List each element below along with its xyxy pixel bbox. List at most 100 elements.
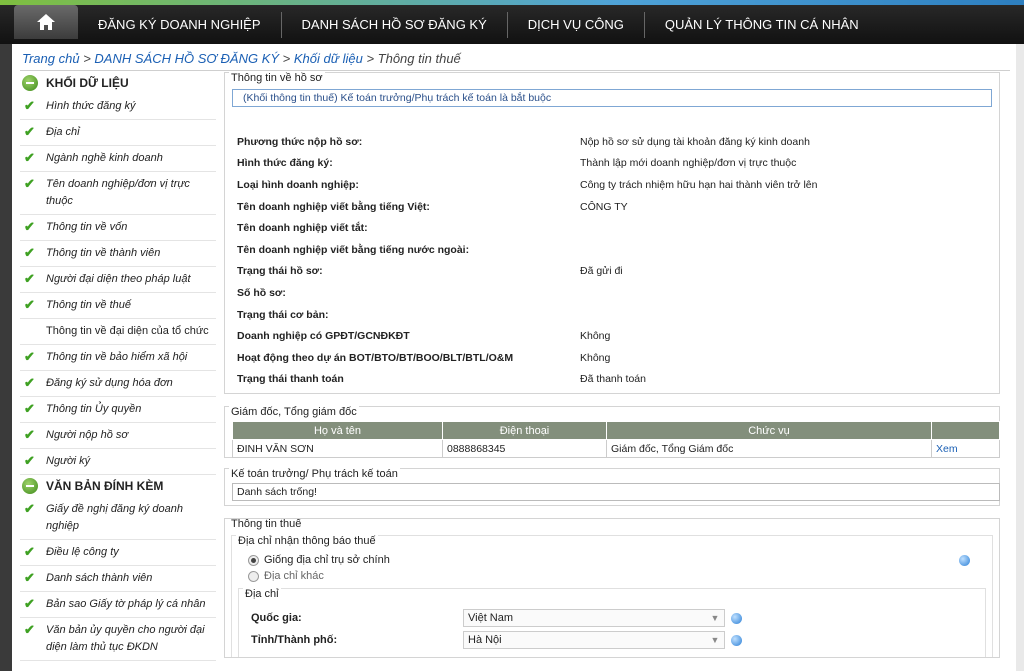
sidebar-item-label: Ngành nghề kinh doanh (46, 152, 163, 164)
province-select[interactable]: Hà Nội ▼ (463, 631, 725, 649)
cell-name: ĐINH VĂN SƠN (232, 439, 443, 458)
vertical-scrollbar[interactable] (1016, 44, 1024, 671)
section-legend: Địa chỉ (243, 588, 281, 600)
profile-info-section: Thông tin về hồ sơ (Khối thông tin thuế)… (224, 72, 1000, 394)
tax-address-section: Địa chỉ nhận thông báo thuế Giống địa ch… (231, 535, 993, 657)
check-icon: ✔ (24, 297, 35, 312)
nav-personal-info[interactable]: QUẢN LÝ THÔNG TIN CÁ NHÂN (645, 12, 879, 38)
chevron-down-icon: ▼ (710, 635, 720, 645)
sidebar-item-tax[interactable]: ✔ Thông tin về thuế (20, 293, 216, 319)
col-header-name: Họ và tên (232, 421, 443, 440)
required-note: (Khối thông tin thuế) Kế toán trưởng/Phụ… (232, 89, 992, 107)
radio-same-address[interactable]: Giống địa chỉ trụ sở chính (248, 552, 390, 568)
sidebar-item-business-name[interactable]: ✔ Tên doanh nghiệp/đơn vị trực thuộc (20, 172, 216, 215)
section-legend: Giám đốc, Tổng giám đốc (229, 406, 359, 418)
sidebar-item-social-insurance[interactable]: ✔ Thông tin về bảo hiểm xã hội (20, 345, 216, 371)
info-value: Nộp hồ sơ sử dụng tài khoản đăng ký kinh… (580, 135, 810, 148)
check-icon: ✔ (24, 124, 35, 139)
check-icon: ✔ (24, 245, 35, 260)
info-row: Doanh nghiệp có GPĐT/GCNĐKĐT Không (229, 325, 995, 347)
info-icon[interactable] (731, 612, 742, 624)
breadcrumb-data-block[interactable]: Khối dữ liệu (294, 51, 363, 66)
breadcrumb-separator: > (362, 51, 378, 66)
tax-section: Thông tin thuế Địa chỉ nhận thông báo th… (224, 518, 1000, 658)
check-icon: ✔ (24, 570, 35, 585)
sidebar-item-submitter[interactable]: ✔ Người nộp hồ sơ (20, 423, 216, 449)
sidebar-item-authorization-doc[interactable]: ✔ Văn bản ủy quyền cho người đại diện làm… (20, 618, 216, 661)
sidebar-item-label: Thông tin về thuế (46, 299, 132, 311)
sidebar-item-charter[interactable]: ✔ Điều lệ công ty (20, 540, 216, 566)
sidebar-data-block-header: KHỐI DỮ LIỆU (20, 72, 216, 94)
sidebar-item-label: Người đại diện theo pháp luật (46, 273, 191, 285)
info-label: Trạng thái cơ bản: (237, 308, 329, 321)
sidebar-item-legal-docs[interactable]: ✔ Bản sao Giấy tờ pháp lý cá nhân (20, 592, 216, 618)
sidebar-item-legal-rep[interactable]: ✔ Người đại diện theo pháp luật (20, 267, 216, 293)
breadcrumb-current: Thông tin thuế (377, 51, 461, 66)
sidebar-item-org-rep[interactable]: Thông tin về đại diện của tổ chức (20, 319, 216, 345)
radio-other-address[interactable]: Địa chỉ khác (248, 568, 988, 584)
chevron-down-icon: ▼ (710, 613, 720, 623)
sidebar-item-business-lines[interactable]: ✔ Ngành nghề kinh doanh (20, 146, 216, 172)
info-icon[interactable] (959, 554, 970, 566)
nav-register-business[interactable]: ĐĂNG KÝ DOANH NGHIỆP (78, 12, 282, 38)
sidebar-item-registration-type[interactable]: ✔ Hình thức đăng ký (20, 94, 216, 120)
main-nav: ĐĂNG KÝ DOANH NGHIỆP DANH SÁCH HỒ SƠ ĐĂN… (78, 10, 879, 40)
check-icon: ✔ (24, 98, 35, 113)
sidebar-item-invoice[interactable]: ✔ Đăng ký sử dụng hóa đơn (20, 371, 216, 397)
section-legend: Thông tin về hồ sơ (229, 72, 325, 84)
country-value: Việt Nam (468, 612, 514, 624)
nav-public-services[interactable]: DỊCH VỤ CÔNG (508, 12, 645, 38)
view-link[interactable]: Xem (931, 439, 1000, 458)
sidebar: KHỐI DỮ LIỆU ✔ Hình thức đăng ký ✔ Địa chỉ… (20, 72, 216, 661)
sidebar-item-label: Tên doanh nghiệp/đơn vị trực thuộc (46, 178, 190, 207)
info-label: Phương thức nộp hồ sơ: (237, 135, 363, 148)
col-header-phone: Điện thoại (442, 421, 607, 440)
info-row: Số hồ sơ: (229, 282, 995, 304)
sidebar-item-label: Bản sao Giấy tờ pháp lý cá nhân (46, 598, 206, 610)
info-label: Trạng thái hồ sơ: (237, 265, 323, 278)
breadcrumb-separator: > (279, 51, 294, 66)
sidebar-item-label: Hình thức đăng ký (46, 100, 136, 112)
info-value: CÔNG TY (580, 200, 628, 213)
sidebar-item-label: Thông tin về bảo hiểm xã hội (46, 351, 188, 363)
home-button[interactable] (14, 5, 78, 39)
check-icon: ✔ (24, 271, 35, 286)
info-label: Doanh nghiệp có GPĐT/GCNĐKĐT (237, 330, 410, 343)
sidebar-item-label: Người nộp hồ sơ (46, 429, 129, 441)
country-select[interactable]: Việt Nam ▼ (463, 609, 725, 627)
check-icon: ✔ (24, 453, 35, 468)
nav-application-list[interactable]: DANH SÁCH HỒ SƠ ĐĂNG KÝ (282, 12, 508, 38)
sidebar-item-authorization[interactable]: ✔ Thông tin Ủy quyền (20, 397, 216, 423)
info-value: Thành lập mới doanh nghiệp/đơn vị trực t… (580, 157, 797, 170)
check-icon: ✔ (24, 427, 35, 442)
collapse-icon[interactable] (22, 478, 38, 494)
info-value: Công ty trách nhiệm hữu hạn hai thành vi… (580, 178, 818, 191)
accountant-section: Kế toán trưởng/ Phụ trách kế toán Danh s… (224, 468, 1000, 506)
check-icon: ✔ (24, 501, 35, 516)
breadcrumb: Trang chủ > DANH SÁCH HỒ SƠ ĐĂNG KÝ > Kh… (22, 51, 461, 66)
cell-position: Giám đốc, Tổng Giám đốc (606, 439, 932, 458)
radio-selected-icon (248, 554, 259, 566)
empty-list-message: Danh sách trống! (232, 483, 1000, 501)
sidebar-item-label: Đăng ký sử dụng hóa đơn (46, 377, 173, 389)
info-icon[interactable] (731, 634, 742, 646)
table-row: ĐINH VĂN SƠN 0888868345 Giám đốc, Tổng G… (232, 439, 1000, 458)
breadcrumb-list[interactable]: DANH SÁCH HỒ SƠ ĐĂNG KÝ (94, 51, 279, 66)
sidebar-item-signer[interactable]: ✔ Người ký (20, 449, 216, 475)
brand-strip (0, 0, 1024, 5)
sidebar-item-label: Địa chỉ (46, 126, 80, 138)
collapse-icon[interactable] (22, 75, 38, 91)
province-label: Tỉnh/Thành phố: (251, 634, 338, 646)
section-legend: Địa chỉ nhận thông báo thuế (236, 535, 378, 547)
sidebar-item-label: Văn bản ủy quyền cho người đại diện làm … (46, 624, 205, 653)
section-legend: Kế toán trưởng/ Phụ trách kế toán (229, 468, 400, 480)
info-value: Không (580, 351, 611, 364)
radio-label: Giống địa chỉ trụ sở chính (264, 554, 390, 566)
sidebar-item-member-list[interactable]: ✔ Danh sách thành viên (20, 566, 216, 592)
breadcrumb-home[interactable]: Trang chủ (22, 51, 80, 66)
sidebar-item-registration-request[interactable]: ✔ Giấy đề nghị đăng ký doanh nghiệp (20, 497, 216, 540)
sidebar-item-label: Giấy đề nghị đăng ký doanh nghiệp (46, 503, 183, 532)
sidebar-item-members[interactable]: ✔ Thông tin về thành viên (20, 241, 216, 267)
sidebar-item-address[interactable]: ✔ Địa chỉ (20, 120, 216, 146)
sidebar-item-capital[interactable]: ✔ Thông tin về vốn (20, 215, 216, 241)
